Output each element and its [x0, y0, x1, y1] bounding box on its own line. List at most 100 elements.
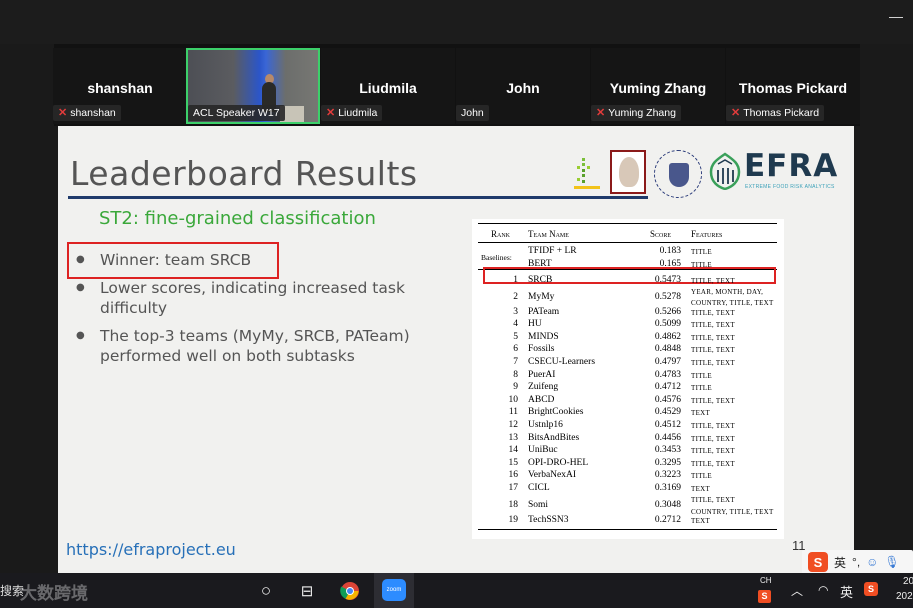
- rank-cell: 16: [508, 470, 519, 481]
- score-cell: 0.4529: [654, 407, 681, 418]
- participant-tile[interactable]: Yuming Zhang ✕ Yuming Zhang: [591, 48, 725, 124]
- table-top-rule: [478, 223, 777, 224]
- ime-toolbar[interactable]: S 英 °, ☺ 🎙: [802, 550, 913, 574]
- participant-name: Liudmila: [359, 80, 417, 96]
- participant-label-text: shanshan: [70, 107, 116, 119]
- features-cell: TITLE, TEXT: [691, 333, 735, 342]
- score-cell: 0.183: [659, 246, 681, 256]
- participant-strip: shanshan ✕ shanshan ACL Speaker W17 Liud…: [0, 44, 913, 126]
- wifi-icon[interactable]: ◠: [818, 583, 828, 597]
- rank-cell: 8: [513, 369, 518, 380]
- participant-name: Thomas Pickard: [738, 80, 848, 96]
- task-view-icon[interactable]: ⊟: [293, 577, 321, 605]
- partner-logos: EFRA EXTREME FOOD RISK ANALYTICS: [566, 148, 837, 198]
- rank-cell: 10: [508, 394, 519, 405]
- tray-chevron-up-icon[interactable]: ︿: [791, 582, 803, 599]
- header-score: Score: [650, 229, 672, 239]
- participant-tile-speaker[interactable]: ACL Speaker W17: [186, 48, 320, 124]
- participant-label: ✕ shanshan: [53, 105, 121, 121]
- rank-cell: 13: [508, 432, 519, 443]
- clock-time[interactable]: 20: [903, 576, 913, 587]
- rank-cell: 18: [508, 499, 519, 510]
- participant-tile[interactable]: Thomas Pickard ✕ Thomas Pickard: [726, 48, 860, 124]
- rank-cell: 14: [508, 445, 519, 456]
- participant-name: Yuming Zhang: [609, 80, 707, 96]
- leaderboard-table: Rank Team Name Score Features Baselines:…: [472, 219, 784, 539]
- participant-label: ✕ Liudmila: [321, 105, 383, 121]
- score-cell: 0.3453: [654, 445, 681, 456]
- score-cell: 0.3048: [654, 499, 681, 510]
- features-cell: TITLE, TEXT: [691, 308, 735, 317]
- ime-mic-icon[interactable]: 🎙: [884, 555, 899, 569]
- rank-cell: 12: [508, 420, 519, 430]
- bullet-item: Lower scores, indicating increased task …: [74, 278, 454, 318]
- header-team: Team Name: [528, 229, 569, 239]
- mic-muted-icon: ✕: [596, 107, 606, 119]
- efra-logo-subtitle: EXTREME FOOD RISK ANALYTICS: [745, 184, 835, 190]
- team-cell: MyMy: [528, 291, 555, 302]
- score-cell: 0.4712: [654, 382, 681, 393]
- participant-label-text: Yuming Zhang: [608, 107, 676, 119]
- ime-language[interactable]: 英: [834, 554, 846, 571]
- features-cell: TITLE, TEXT: [691, 434, 735, 443]
- participant-label: John: [456, 105, 489, 121]
- search-icon[interactable]: ○: [252, 577, 280, 605]
- rank-cell: 2: [513, 291, 518, 302]
- bullet-item: The top-3 teams (MyMy, SRCB, PATeam) per…: [74, 326, 454, 366]
- score-cell: 0.3169: [654, 483, 681, 493]
- participant-label-text: ACL Speaker W17: [193, 107, 280, 119]
- participant-tile[interactable]: shanshan ✕ shanshan: [53, 48, 187, 124]
- rank-cell: 5: [513, 331, 518, 342]
- title-divider: [68, 196, 648, 199]
- sogou-ime-icon[interactable]: S: [808, 552, 828, 572]
- score-cell: 0.4797: [654, 357, 681, 367]
- team-cell: BitsAndBites: [528, 432, 580, 443]
- team-cell: UniBuc: [528, 445, 558, 456]
- features-cell: TITLE, TEXT: [691, 346, 735, 355]
- ime-smile-icon[interactable]: ☺: [866, 555, 878, 569]
- score-cell: 0.3223: [654, 470, 681, 481]
- score-cell: 0.5266: [654, 306, 681, 317]
- clock-date[interactable]: 2025: [896, 591, 913, 602]
- rank-cell: 15: [508, 457, 519, 468]
- participant-label-text: John: [461, 107, 484, 119]
- score-cell: 0.4576: [654, 394, 681, 405]
- sogou-tray-icon[interactable]: S: [758, 590, 771, 603]
- features-cell: TITLE, TEXT: [691, 396, 735, 405]
- features-cell: TITLE, TEXT: [691, 495, 735, 504]
- team-cell: TFIDF + LR: [528, 246, 577, 256]
- participant-tile[interactable]: John John: [456, 48, 590, 124]
- participant-name: John: [506, 80, 540, 96]
- score-cell: 0.4862: [654, 331, 681, 342]
- score-cell: 0.5473: [654, 275, 681, 285]
- rank-cell: 3: [513, 306, 518, 317]
- team-cell: Ustnlp16: [528, 420, 563, 430]
- score-cell: 0.2712: [654, 514, 681, 525]
- features-cell: TITLE, TEXT: [691, 359, 735, 367]
- project-link[interactable]: https://efraproject.eu: [66, 540, 236, 559]
- team-cell: Fossils: [528, 344, 555, 355]
- rank-cell: 19: [508, 514, 519, 525]
- slide-subtitle: ST2: fine-grained classification: [99, 208, 376, 229]
- tray-ime-language[interactable]: 英: [840, 582, 853, 601]
- zoom-taskbar-button[interactable]: zoom: [374, 573, 414, 608]
- team-cell: Zuifeng: [528, 382, 559, 393]
- team-cell: PuerAI: [528, 369, 556, 380]
- table-bottom-rule: [478, 529, 777, 531]
- participant-label-text: Thomas Pickard: [743, 107, 820, 119]
- sogou-tray-icon-2[interactable]: S: [864, 582, 878, 596]
- features-cell: YEAR, MONTH, DAY,: [691, 287, 764, 296]
- mic-muted-icon: ✕: [58, 107, 68, 119]
- chrome-icon[interactable]: [336, 577, 364, 605]
- header-features: Features: [691, 229, 723, 239]
- ime-punctuation[interactable]: °,: [852, 555, 860, 569]
- table-header-rule: [478, 242, 777, 243]
- mic-muted-icon: ✕: [326, 107, 336, 119]
- participant-label: ACL Speaker W17: [188, 105, 285, 121]
- participant-name: shanshan: [87, 80, 153, 96]
- participant-tile[interactable]: Liudmila ✕ Liudmila: [321, 48, 455, 124]
- minimize-icon[interactable]: —: [889, 8, 903, 24]
- features-cell: TITLE: [691, 248, 712, 256]
- features-cell: TITLE, TEXT: [691, 447, 735, 456]
- input-lang-top[interactable]: CH: [760, 576, 772, 585]
